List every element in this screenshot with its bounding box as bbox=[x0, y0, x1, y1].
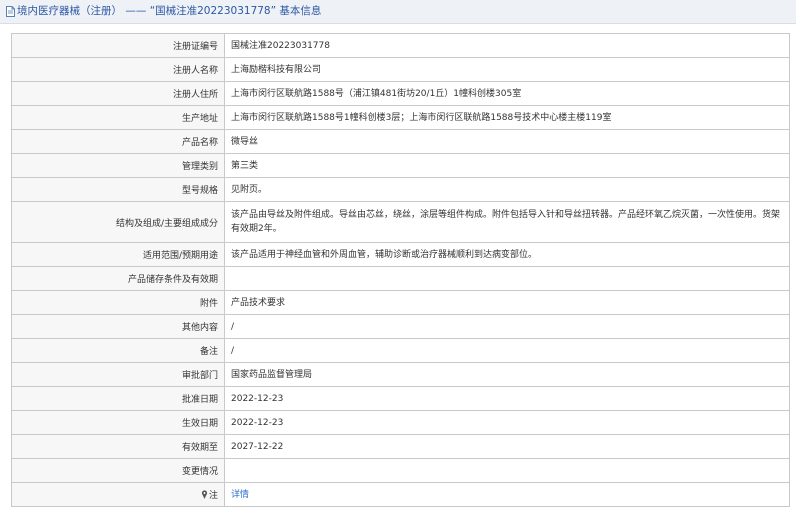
field-value: 国械注准20223031778 bbox=[224, 33, 790, 58]
table-row: 产品储存条件及有效期 bbox=[11, 266, 790, 291]
table-row: 注册证编号 国械注准20223031778 bbox=[11, 33, 790, 58]
table-row: 附件 产品技术要求 bbox=[11, 290, 790, 315]
field-label: 变更情况 bbox=[11, 458, 225, 483]
table-row: 适用范围/预期用途 该产品适用于神经血管和外周血管，辅助诊断或治疗器械顺利到达病变… bbox=[11, 242, 790, 267]
field-value: / bbox=[224, 338, 790, 363]
field-value: 国家药品监督管理局 bbox=[224, 362, 790, 387]
field-value: 2022-12-23 bbox=[224, 410, 790, 435]
title-suffix: 基本信息 bbox=[279, 5, 322, 17]
page-header: 境内医疗器械（注册） —— “国械注准20223031778” 基本信息 bbox=[0, 0, 796, 24]
field-label: 产品储存条件及有效期 bbox=[11, 266, 225, 291]
document-icon bbox=[6, 6, 15, 17]
field-label: 结构及组成/主要组成成分 bbox=[11, 201, 225, 243]
field-value: 2027-12-22 bbox=[224, 434, 790, 459]
table-row: 管理类别 第三类 bbox=[11, 153, 790, 178]
field-label: 备注 bbox=[11, 338, 225, 363]
field-value: 见附页。 bbox=[224, 177, 790, 202]
registration-info-table: 注册证编号 国械注准20223031778 注册人名称 上海励楷科技有限公司 注册人住所… bbox=[11, 33, 790, 507]
table-row: 审批部门 国家药品监督管理局 bbox=[11, 362, 790, 387]
field-label: 附件 bbox=[11, 290, 225, 315]
field-value: 产品技术要求 bbox=[224, 290, 790, 315]
note-label-cell: 注 bbox=[11, 482, 225, 507]
field-label: 注册人住所 bbox=[11, 81, 225, 106]
field-value: 上海市闵行区联航路1588号（浦江镇481街坊20/1丘）1幢科创楼305室 bbox=[224, 81, 790, 106]
field-label: 型号规格 bbox=[11, 177, 225, 202]
field-value: 上海市闵行区联航路1588号1幢科创楼3层；上海市闵行区联航路1588号技术中心… bbox=[224, 105, 790, 130]
field-value bbox=[224, 266, 790, 291]
table-row: 注册人名称 上海励楷科技有限公司 bbox=[11, 57, 790, 82]
field-label: 有效期至 bbox=[11, 434, 225, 459]
table-row: 注册人住所 上海市闵行区联航路1588号（浦江镇481街坊20/1丘）1幢科创楼3… bbox=[11, 81, 790, 106]
field-label: 产品名称 bbox=[11, 129, 225, 154]
field-value: 该产品适用于神经血管和外周血管，辅助诊断或治疗器械顺利到达病变部位。 bbox=[224, 242, 790, 267]
note-pin-icon bbox=[201, 490, 208, 499]
field-value: 上海励楷科技有限公司 bbox=[224, 57, 790, 82]
field-label: 管理类别 bbox=[11, 153, 225, 178]
title-prefix: 境内医疗器械（注册） bbox=[17, 5, 122, 17]
field-label: 注册人名称 bbox=[11, 57, 225, 82]
field-label: 生效日期 bbox=[11, 410, 225, 435]
field-label: 其他内容 bbox=[11, 314, 225, 339]
table-row: 型号规格 见附页。 bbox=[11, 177, 790, 202]
table-row: 变更情况 bbox=[11, 458, 790, 483]
field-label: 适用范围/预期用途 bbox=[11, 242, 225, 267]
table-row: 其他内容 / bbox=[11, 314, 790, 339]
field-label: 注册证编号 bbox=[11, 33, 225, 58]
field-value: 该产品由导丝及附件组成。导丝由芯丝，绕丝，涂层等组件构成。附件包括导入针和导丝扭… bbox=[224, 201, 790, 243]
field-value: 第三类 bbox=[224, 153, 790, 178]
field-value bbox=[224, 458, 790, 483]
table-row: 有效期至 2027-12-22 bbox=[11, 434, 790, 459]
table-row: 批准日期 2022-12-23 bbox=[11, 386, 790, 411]
title-registration-number: “国械注准20223031778” bbox=[149, 5, 277, 17]
field-value: / bbox=[224, 314, 790, 339]
table-row: 生产地址 上海市闵行区联航路1588号1幢科创楼3层；上海市闵行区联航路1588号… bbox=[11, 105, 790, 130]
page-title: 境内医疗器械（注册） —— “国械注准20223031778” 基本信息 bbox=[17, 4, 321, 19]
field-label: 批准日期 bbox=[11, 386, 225, 411]
note-label: 注 bbox=[208, 491, 218, 501]
table-row-note: 注 详情 bbox=[11, 482, 790, 507]
table-row: 结构及组成/主要组成成分 该产品由导丝及附件组成。导丝由芯丝，绕丝，涂层等组件构成… bbox=[11, 201, 790, 243]
table-row: 备注 / bbox=[11, 338, 790, 363]
field-label: 生产地址 bbox=[11, 105, 225, 130]
details-link[interactable]: 详情 bbox=[231, 490, 249, 500]
table-row: 生效日期 2022-12-23 bbox=[11, 410, 790, 435]
note-value-cell: 详情 bbox=[224, 482, 790, 507]
table-row: 产品名称 微导丝 bbox=[11, 129, 790, 154]
field-value: 2022-12-23 bbox=[224, 386, 790, 411]
field-label: 审批部门 bbox=[11, 362, 225, 387]
title-separator: —— bbox=[125, 5, 147, 17]
field-value: 微导丝 bbox=[224, 129, 790, 154]
